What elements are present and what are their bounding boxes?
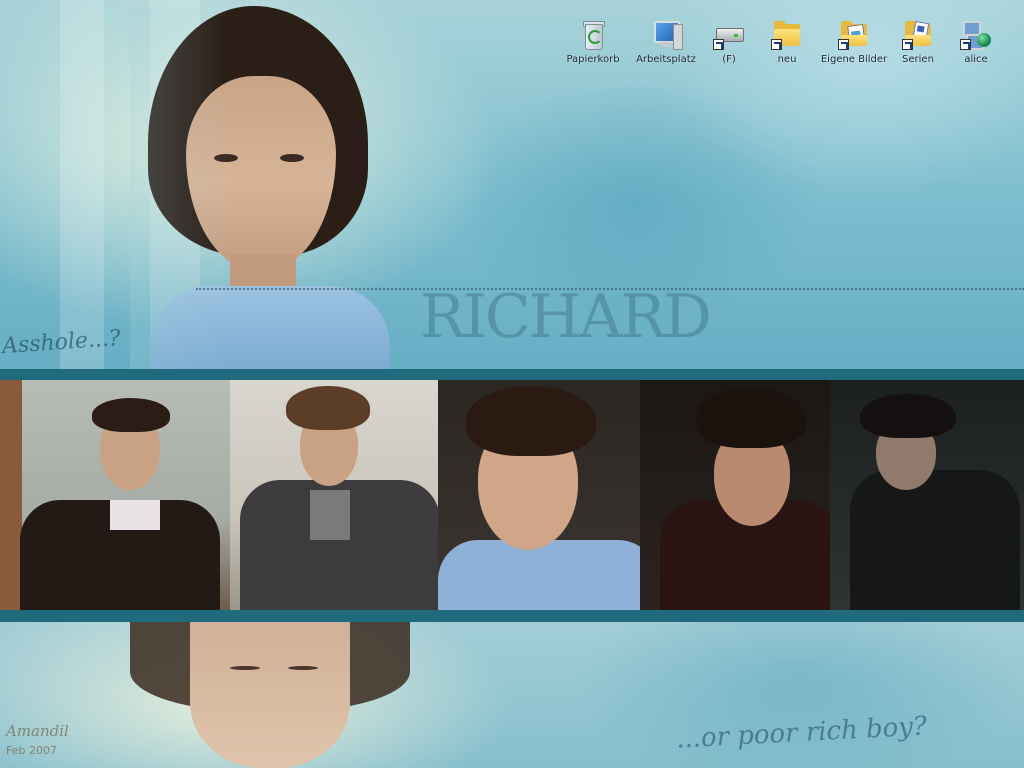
wallpaper-signature: Amandil [6, 722, 69, 740]
pictures-folder-icon [838, 18, 870, 50]
desktop-icon-eigene-bilder[interactable]: Eigene Bilder [819, 18, 889, 65]
desktop-icon-label: alice [964, 54, 988, 65]
wallpaper-portrait-lower [120, 622, 420, 768]
desktop-icon-papierkorb[interactable]: Papierkorb [558, 18, 628, 65]
desktop-icon-neu[interactable]: neu [752, 18, 822, 65]
my-computer-icon [650, 18, 683, 50]
scene-2 [230, 380, 450, 610]
drive-icon [713, 18, 745, 50]
folder-icon [771, 18, 803, 50]
wallpaper-portrait [130, 6, 390, 376]
scene-4 [640, 380, 850, 610]
wallpaper-signature-date: Feb 2007 [6, 744, 57, 757]
desktop-icon-label: Papierkorb [566, 54, 620, 65]
wallpaper-stripe-top [0, 369, 1024, 380]
shortcut-arrow-icon [960, 39, 971, 50]
shortcut-arrow-icon [771, 39, 782, 50]
network-icon [960, 18, 992, 50]
recycle-bin-icon [577, 18, 609, 50]
desktop[interactable]: RICHARD Asshole...? ...or poor rich boy?… [0, 0, 1024, 768]
scene-5 [830, 380, 1024, 610]
shortcut-arrow-icon [838, 39, 849, 50]
shortcut-arrow-icon [713, 39, 724, 50]
scene-3 [438, 380, 658, 610]
wallpaper-stripe-bottom [0, 610, 1024, 622]
wallpaper-title: RICHARD [420, 282, 712, 352]
documents-folder-icon [902, 18, 934, 50]
desktop-icon-arbeitsplatz[interactable]: Arbeitsplatz [631, 18, 701, 65]
desktop-icon-label: Eigene Bilder [820, 54, 888, 65]
desktop-icon-alice[interactable]: alice [941, 18, 1011, 65]
desktop-icon-label: Arbeitsplatz [636, 54, 696, 65]
shortcut-arrow-icon [902, 39, 913, 50]
wallpaper-scene-strip [0, 380, 1024, 610]
desktop-icon-label: neu [777, 54, 797, 65]
